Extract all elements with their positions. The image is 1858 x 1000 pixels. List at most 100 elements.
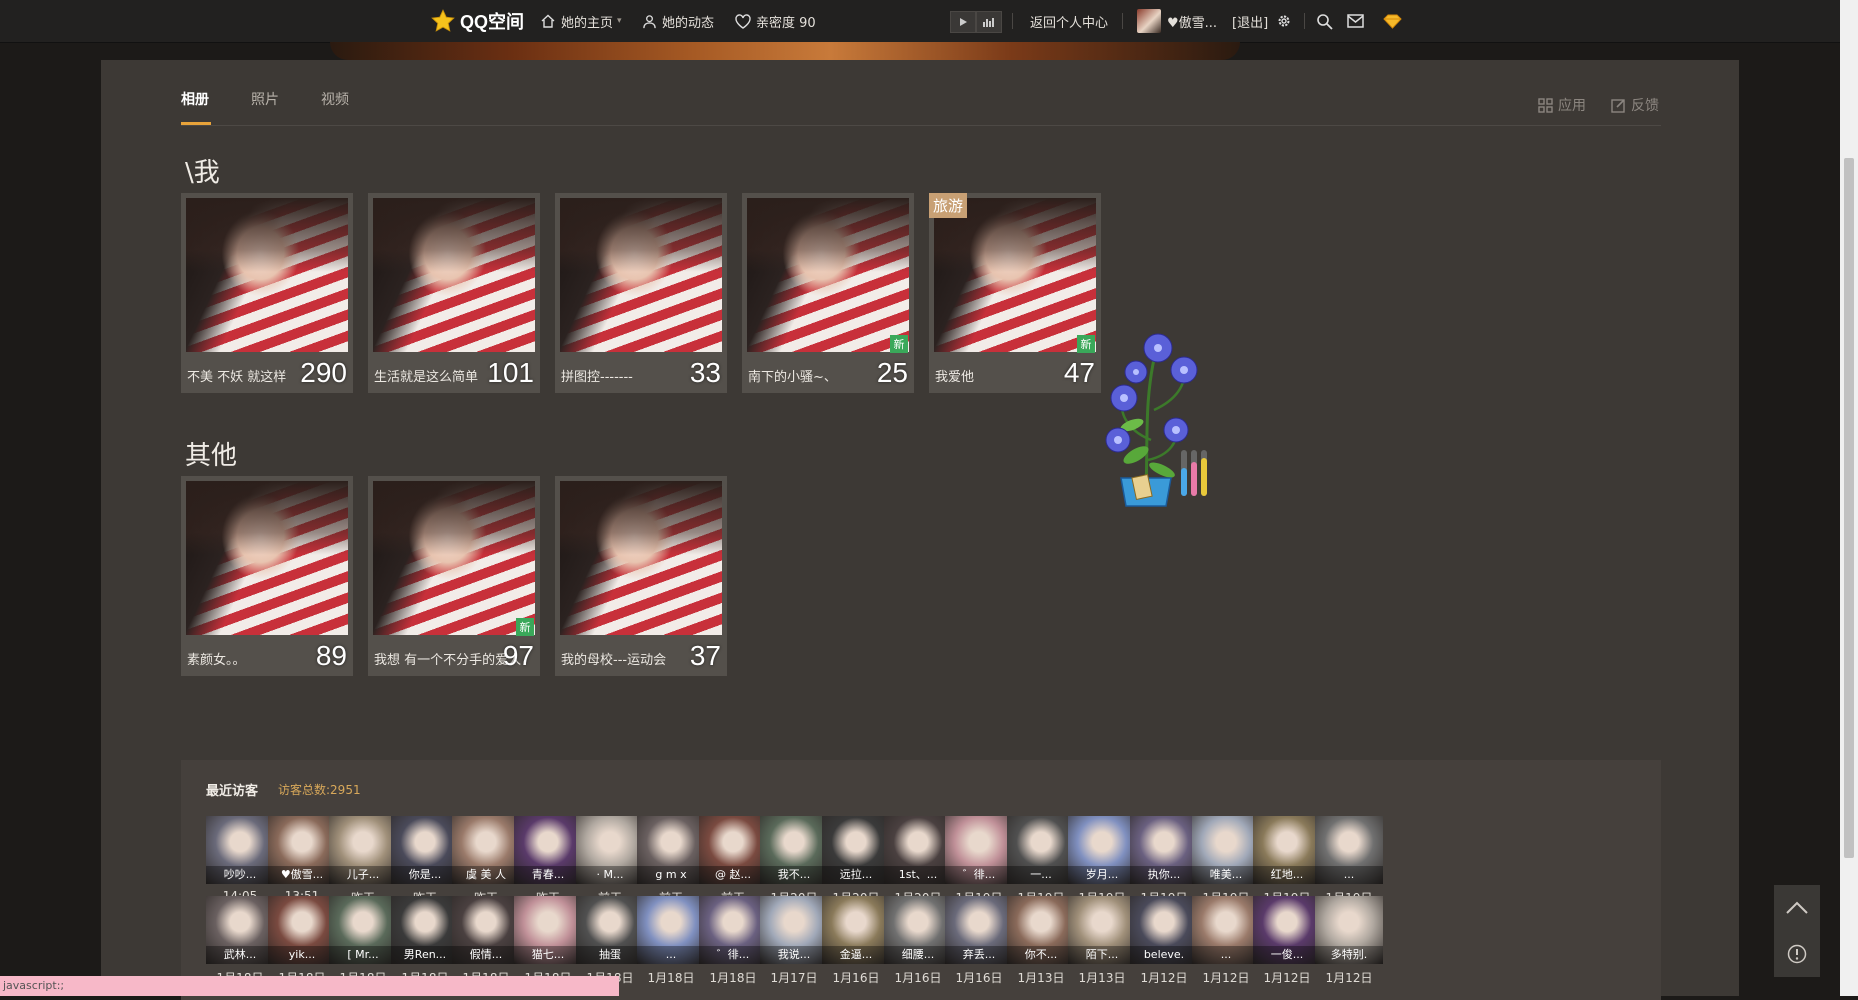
play-icon bbox=[960, 18, 967, 26]
album-card[interactable]: 37 我的母校---运动会 bbox=[555, 476, 727, 676]
album-card[interactable]: 新 97 我想 有一个不分手的爱人 bbox=[368, 476, 540, 676]
visitor-item[interactable]: 吵吵...14:05 bbox=[206, 816, 274, 903]
visitor-item[interactable]: ... 1月12日 bbox=[1192, 896, 1260, 986]
person-icon bbox=[643, 14, 656, 28]
visitor-item[interactable]: 你不... 1月13日 bbox=[1007, 896, 1075, 986]
album-card[interactable]: 33 拼图控------- bbox=[555, 193, 727, 393]
visitor-avatar: ゛徘... bbox=[945, 816, 1013, 884]
visitor-item[interactable]: yik...1月18日 bbox=[268, 896, 336, 986]
visitor-name: 抽蛋 bbox=[576, 946, 644, 964]
album-cover bbox=[186, 481, 348, 635]
visitor-item[interactable]: 弃丢... 1月16日 bbox=[945, 896, 1013, 986]
visitor-item[interactable]: ゛徘... 1月18日 bbox=[699, 896, 767, 986]
visitor-item[interactable]: ... 1月18日 bbox=[637, 896, 705, 986]
visitor-item[interactable]: ♥傲雪...13:51 bbox=[268, 816, 336, 903]
back-to-center-link[interactable]: 返回个人中心 bbox=[1030, 0, 1108, 42]
home-icon bbox=[541, 14, 555, 28]
visitor-item[interactable]: 儿子...昨天 bbox=[329, 816, 397, 906]
album-card[interactable]: 101 生活就是这么简单 bbox=[368, 193, 540, 393]
visitor-item[interactable]: 武林...1月18日 bbox=[206, 896, 274, 986]
divider bbox=[1122, 13, 1123, 29]
page-scrollbar[interactable] bbox=[1840, 0, 1858, 996]
logo-text: QQ空间 bbox=[460, 12, 525, 32]
visitor-item[interactable]: @ 赵...前天 bbox=[699, 816, 767, 906]
apps-button[interactable]: 应用 bbox=[1538, 95, 1586, 115]
vip-button[interactable] bbox=[1383, 0, 1402, 42]
visitor-item[interactable]: 唯美...1月19日 bbox=[1192, 816, 1260, 906]
visitor-avatar: 一... bbox=[1007, 816, 1075, 884]
album-card[interactable]: 290 不美 不妖 就这样 bbox=[181, 193, 353, 393]
visitor-item[interactable]: g m x前天 bbox=[637, 816, 705, 906]
profile-banner bbox=[330, 42, 1240, 60]
visitor-item[interactable]: 1st、...1月20日 bbox=[884, 816, 952, 906]
new-badge: 新 bbox=[890, 335, 908, 353]
visitor-name: ゛徘... bbox=[945, 866, 1013, 884]
photo-count: 47 bbox=[1063, 357, 1095, 388]
visitor-item[interactable]: 我说... 1月17日 bbox=[760, 896, 828, 986]
visitor-name: · M... bbox=[576, 866, 644, 884]
album-card[interactable]: 89 素颜女。。 bbox=[181, 476, 353, 676]
visitor-item[interactable]: ゛徘...1月19日 bbox=[945, 816, 1013, 906]
visitor-item[interactable]: 细腰... 1月16日 bbox=[884, 896, 952, 986]
qzone-logo[interactable]: QQ空间 bbox=[430, 0, 524, 42]
mail-button[interactable] bbox=[1347, 0, 1364, 42]
visitor-item[interactable]: 岁月...1月19日 bbox=[1068, 816, 1136, 906]
album-card[interactable]: 旅游 新 47 我爱他 bbox=[929, 193, 1101, 393]
visitor-item[interactable]: 陌下... 1月13日 bbox=[1068, 896, 1136, 986]
visitor-item[interactable]: 多特别. 1月12日 bbox=[1315, 896, 1383, 986]
visitor-item[interactable]: ...1月19日 bbox=[1315, 816, 1383, 906]
visitor-name: 我不... bbox=[760, 866, 828, 884]
her-feed-link[interactable]: 她的动态 bbox=[642, 0, 714, 42]
visitor-item[interactable]: · M...前天 bbox=[576, 816, 644, 906]
visitor-item[interactable]: 青春...昨天 bbox=[514, 816, 582, 906]
visitor-avatar: 抽蛋 bbox=[576, 896, 644, 964]
back-to-top-button[interactable] bbox=[1774, 885, 1820, 931]
visitor-item[interactable]: 男Ren...1月18日 bbox=[391, 896, 459, 986]
her-home-link[interactable]: 她的主页 ▾ bbox=[540, 0, 622, 42]
feedback-button[interactable]: 反馈 bbox=[1611, 95, 1659, 115]
album-cover bbox=[186, 198, 348, 352]
tab-photos[interactable]: 照片 bbox=[251, 89, 279, 109]
visitor-name: ... bbox=[637, 946, 705, 964]
visitor-item[interactable]: 一...1月19日 bbox=[1007, 816, 1075, 906]
visitor-item[interactable]: 执你...1月19日 bbox=[1130, 816, 1198, 906]
play-button[interactable] bbox=[950, 11, 976, 33]
logout-link[interactable]: [退出] bbox=[1232, 0, 1268, 42]
settings-button[interactable] bbox=[1276, 0, 1292, 42]
album-title: 我想 有一个不分手的爱人 bbox=[374, 653, 522, 668]
search-button[interactable] bbox=[1316, 0, 1333, 42]
report-button[interactable] bbox=[1774, 931, 1820, 977]
visitor-total[interactable]: 访客总数:2951 bbox=[278, 781, 361, 798]
visitor-item[interactable]: 假情...1月18日 bbox=[452, 896, 520, 986]
intimacy-link[interactable]: 亲密度 90 bbox=[735, 0, 816, 42]
current-user[interactable]: ♥傲雪... bbox=[1137, 0, 1217, 42]
visitor-item[interactable]: 猫七...1月18日 bbox=[514, 896, 582, 986]
equalizer-button[interactable] bbox=[976, 11, 1002, 33]
visitor-avatar: 岁月... bbox=[1068, 816, 1136, 884]
tab-videos[interactable]: 视频 bbox=[321, 89, 349, 109]
flower-plant-widget[interactable]: 5级 bbox=[1096, 290, 1216, 510]
visitor-item[interactable]: 抽蛋1月18日 bbox=[576, 896, 644, 986]
visitor-name: 金逼... bbox=[822, 946, 890, 964]
visitor-item[interactable]: 金逼... 1月16日 bbox=[822, 896, 890, 986]
scrollbar-thumb[interactable] bbox=[1844, 158, 1854, 858]
gear-icon bbox=[1278, 15, 1290, 27]
divider bbox=[1012, 13, 1013, 29]
visitor-item[interactable]: 虞 美 人昨天 bbox=[452, 816, 520, 906]
album-cover bbox=[560, 198, 722, 352]
visitor-item[interactable]: 你是...昨天 bbox=[391, 816, 459, 906]
visitor-item[interactable]: beleve. 1月12日 bbox=[1130, 896, 1198, 986]
visitor-item[interactable]: 我不...1月20日 bbox=[760, 816, 828, 906]
album-card[interactable]: 新 25 南下的小骚~、 bbox=[742, 193, 914, 393]
visitor-item[interactable]: 远拉...1月20日 bbox=[822, 816, 890, 906]
visit-time: 1月18日 bbox=[647, 971, 695, 985]
visitor-avatar: ゛徘... bbox=[699, 896, 767, 964]
visitor-item[interactable]: 红地...1月19日 bbox=[1253, 816, 1321, 906]
visit-time: 1月12日 bbox=[1140, 971, 1188, 985]
visitor-avatar: 青春... bbox=[514, 816, 582, 884]
tab-albums[interactable]: 相册 bbox=[181, 89, 209, 109]
visitor-name: 吵吵... bbox=[206, 866, 274, 884]
visitor-item[interactable]: [ Mr...1月18日 bbox=[329, 896, 397, 986]
visitor-item[interactable]: 一俊... 1月12日 bbox=[1253, 896, 1321, 986]
visitor-avatar: 执你... bbox=[1130, 816, 1198, 884]
